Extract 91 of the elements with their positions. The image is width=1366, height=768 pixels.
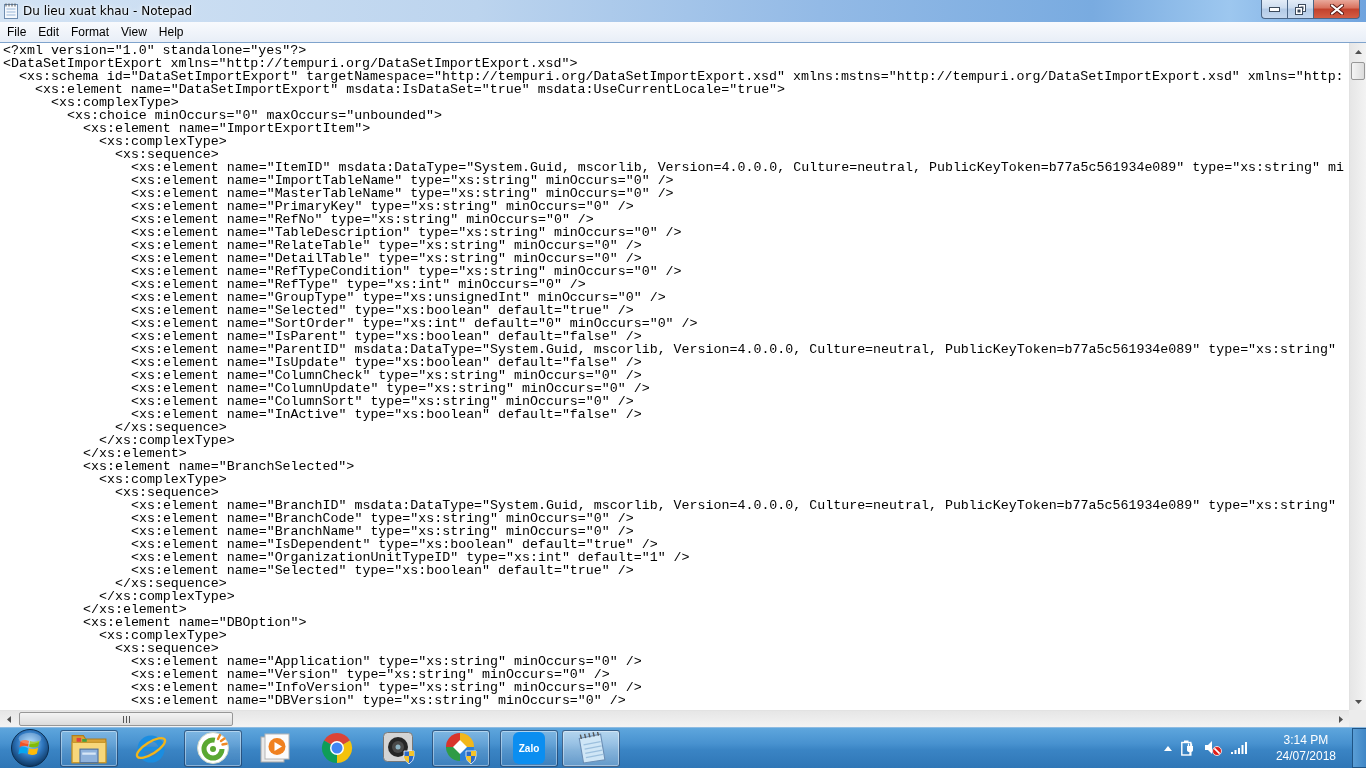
minimize-icon <box>1269 6 1280 12</box>
close-icon <box>1329 3 1344 15</box>
clock-button[interactable]: 3:14 PM 24/07/2018 <box>1269 732 1342 764</box>
code-line: <xs:element name="DBOption"> <box>83 615 307 630</box>
code-line: <xs:element name="InfoVersion" type="xs:string" minOccurs="0" /> <box>131 680 642 695</box>
code-line: <xs:complexType> <box>99 472 227 487</box>
code-line: </xs:sequence> <box>115 420 227 435</box>
code-line: <xs:complexType> <box>99 628 227 643</box>
play-icon <box>260 733 290 763</box>
code-line: <xs:element name="ItemID" msdata:DataType="System.Guid, mscorlib, Version=4.0.0.0, Culture=neutral, PublicKeyToken=b77a5c561934e089" type="xs:string" mi <box>131 160 1344 175</box>
code-line: <xs:element name="ColumnCheck" type="xs:string" minOccurs="0" /> <box>131 368 642 383</box>
menu-item[interactable]: Edit <box>32 23 66 41</box>
code-line: <xs:element name="RefNo" type="xs:string" minOccurs="0" /> <box>131 212 594 227</box>
triangle-up-icon <box>1354 49 1362 54</box>
restore-icon <box>1295 3 1306 15</box>
code-line: <xs:complexType> <box>99 134 227 149</box>
code-line: <xs:element name="Selected" type="xs:boolean" default="true" /> <box>131 303 634 318</box>
triangle-right-icon <box>1338 715 1343 723</box>
code-line: <xs:element name="Selected" type="xs:boolean" default="true" /> <box>131 563 634 578</box>
code-line: <xs:element name="SortOrder" type="xs:int" default="0" minOccurs="0" /> <box>131 316 698 331</box>
code-line: <DataSetImportExport xmlns="http://tempuri.org/DataSetImportExport.xsd"> <box>3 56 578 71</box>
minimize-button[interactable] <box>1261 0 1287 19</box>
code-line: <xs:sequence> <box>115 147 219 162</box>
code-line: <xs:element name="Application" type="xs:string" minOccurs="0" /> <box>131 654 642 669</box>
code-line: <xs:element name="BranchID" msdata:DataType="System.Guid, mscorlib, Version=4.0.0.0, Culture=neutral, PublicKeyToken=b77a5c561934e089" type="xs:string" <box>131 498 1336 513</box>
horizontal-scrollbar[interactable] <box>0 710 1349 727</box>
code-line: <xs:element name="RefTypeCondition" type="xs:string" minOccurs="0" /> <box>131 264 682 279</box>
ring-icon <box>197 732 229 764</box>
diamond-shield-icon <box>445 732 477 764</box>
code-line: <xs:element name="ColumnSort" type="xs:string" minOccurs="0" /> <box>131 394 634 409</box>
code-line: <xs:element name="ImportTableName" type="xs:string" minOccurs="0" /> <box>131 173 674 188</box>
code-line: <xs:element name="ParentID" msdata:DataType="System.Guid, mscorlib, Version=4.0.0.0, Culture=neutral, PublicKeyToken=b77a5c561934e089" type="xs:string" <box>131 342 1336 357</box>
code-line: <xs:element name="MasterTableName" type="xs:string" minOccurs="0" /> <box>131 186 674 201</box>
code-line: <xs:element name="BranchName" type="xs:string" minOccurs="0" /> <box>131 524 634 539</box>
code-line: <xs:element name="GroupType" type="xs:unsignedInt" minOccurs="0" /> <box>131 290 666 305</box>
code-line: </xs:element> <box>83 446 187 461</box>
grip-icon <box>122 715 130 723</box>
signal-bars-icon[interactable] <box>1230 742 1247 754</box>
restore-button[interactable] <box>1287 0 1313 19</box>
code-line: <xs:element name="ImportExportItem"> <box>83 121 371 136</box>
taskbar-button[interactable] <box>432 729 490 767</box>
taskbar-button[interactable] <box>184 729 242 767</box>
code-line: </xs:complexType> <box>99 589 235 604</box>
notepad-icon <box>4 3 18 19</box>
close-button[interactable] <box>1313 0 1360 19</box>
code-line: <xs:element name="DataSetImportExport" msdata:IsDataSet="true" msdata:UseCurrentLocale="true"> <box>35 82 786 97</box>
code-line: <xs:schema id="DataSetImportExport" targetNamespace="http://tempuri.org/DataSetImportExport.xsd" xmlns:mstns="http://tempuri.org/DataSetImportExport.xsd" xmlns="http: <box>19 69 1344 84</box>
scrollbar-thumb[interactable] <box>19 712 233 726</box>
chat-logo: Zalo <box>513 732 545 764</box>
code-line: <xs:element name="DetailTable" type="xs:string" minOccurs="0" /> <box>131 251 642 266</box>
triangle-up-icon[interactable] <box>1163 745 1172 751</box>
code-line: <xs:element name="RelateTable" type="xs:string" minOccurs="0" /> <box>131 238 642 253</box>
scrollbar-thumb[interactable] <box>1351 62 1365 80</box>
folder-icon <box>71 732 107 764</box>
menu-item[interactable]: Format <box>65 23 116 41</box>
code-line: <xs:sequence> <box>115 641 219 656</box>
menu-item[interactable]: View <box>115 23 153 41</box>
code-line: </xs:complexType> <box>99 433 235 448</box>
code-line: <xs:element name="Version" type="xs:string" minOccurs="0" /> <box>131 667 610 682</box>
vertical-scrollbar[interactable] <box>1349 43 1366 710</box>
code-line: <xs:element name="BranchSelected"> <box>83 459 355 474</box>
code-line: <xs:element name="DBVersion" type="xs:string" minOccurs="0" /> <box>131 693 626 708</box>
code-line: <xs:element name="PrimaryKey" type="xs:string" minOccurs="0" /> <box>131 199 634 214</box>
code-line: <xs:sequence> <box>115 485 219 500</box>
code-line: <xs:element name="TableDescription" type="xs:string" minOccurs="0" /> <box>131 225 682 240</box>
code-line: <xs:element name="IsDependent" type="xs:boolean" default="true" /> <box>131 537 658 552</box>
code-line: <xs:choice minOccurs="0" maxOccurs="unbounded"> <box>67 108 443 123</box>
code-line: <xs:element name="IsUpdate" type="xs:boolean" default="false" /> <box>131 355 642 370</box>
speaker-muted-icon[interactable] <box>1203 740 1222 756</box>
power-plug-icon[interactable] <box>1180 740 1195 756</box>
code-line: <xs:element name="InActive" type="xs:boolean" default="false" /> <box>131 407 642 422</box>
code-line: <xs:element name="BranchCode" type="xs:string" minOccurs="0" /> <box>131 511 634 526</box>
code-line: <xs:element name="ColumnUpdate" type="xs:string" minOccurs="0" /> <box>131 381 650 396</box>
triangle-down-icon <box>1354 699 1362 704</box>
code-line: <xs:complexType> <box>51 95 179 110</box>
triangle-left-icon <box>6 715 11 723</box>
menu-item[interactable]: Help <box>152 23 190 41</box>
code-line: <xs:element name="RefType" type="xs:int" minOccurs="0" /> <box>131 277 586 292</box>
menu-item[interactable]: File <box>1 23 33 41</box>
code-line: <xs:element name="OrganizationUnitTypeID" type="xs:int" default="1" /> <box>131 550 690 565</box>
camera-lens-icon <box>383 732 415 764</box>
taskbar-button[interactable] <box>60 729 118 767</box>
window-title: Du lieu xuat khau - Notepad <box>23 4 193 18</box>
code-line: <?xml version="1.0" standalone="yes"?> <box>3 43 307 58</box>
flag-orb-icon <box>11 729 49 767</box>
code-line: </xs:element> <box>83 602 187 617</box>
segmented-circle-icon <box>321 732 353 764</box>
code-line: </xs:sequence> <box>115 576 227 591</box>
scrollbar-corner <box>1349 710 1366 727</box>
code-line: <xs:element name="IsParent" type="xs:boolean" default="false" /> <box>131 329 642 344</box>
taskbar-button[interactable] <box>562 729 620 767</box>
